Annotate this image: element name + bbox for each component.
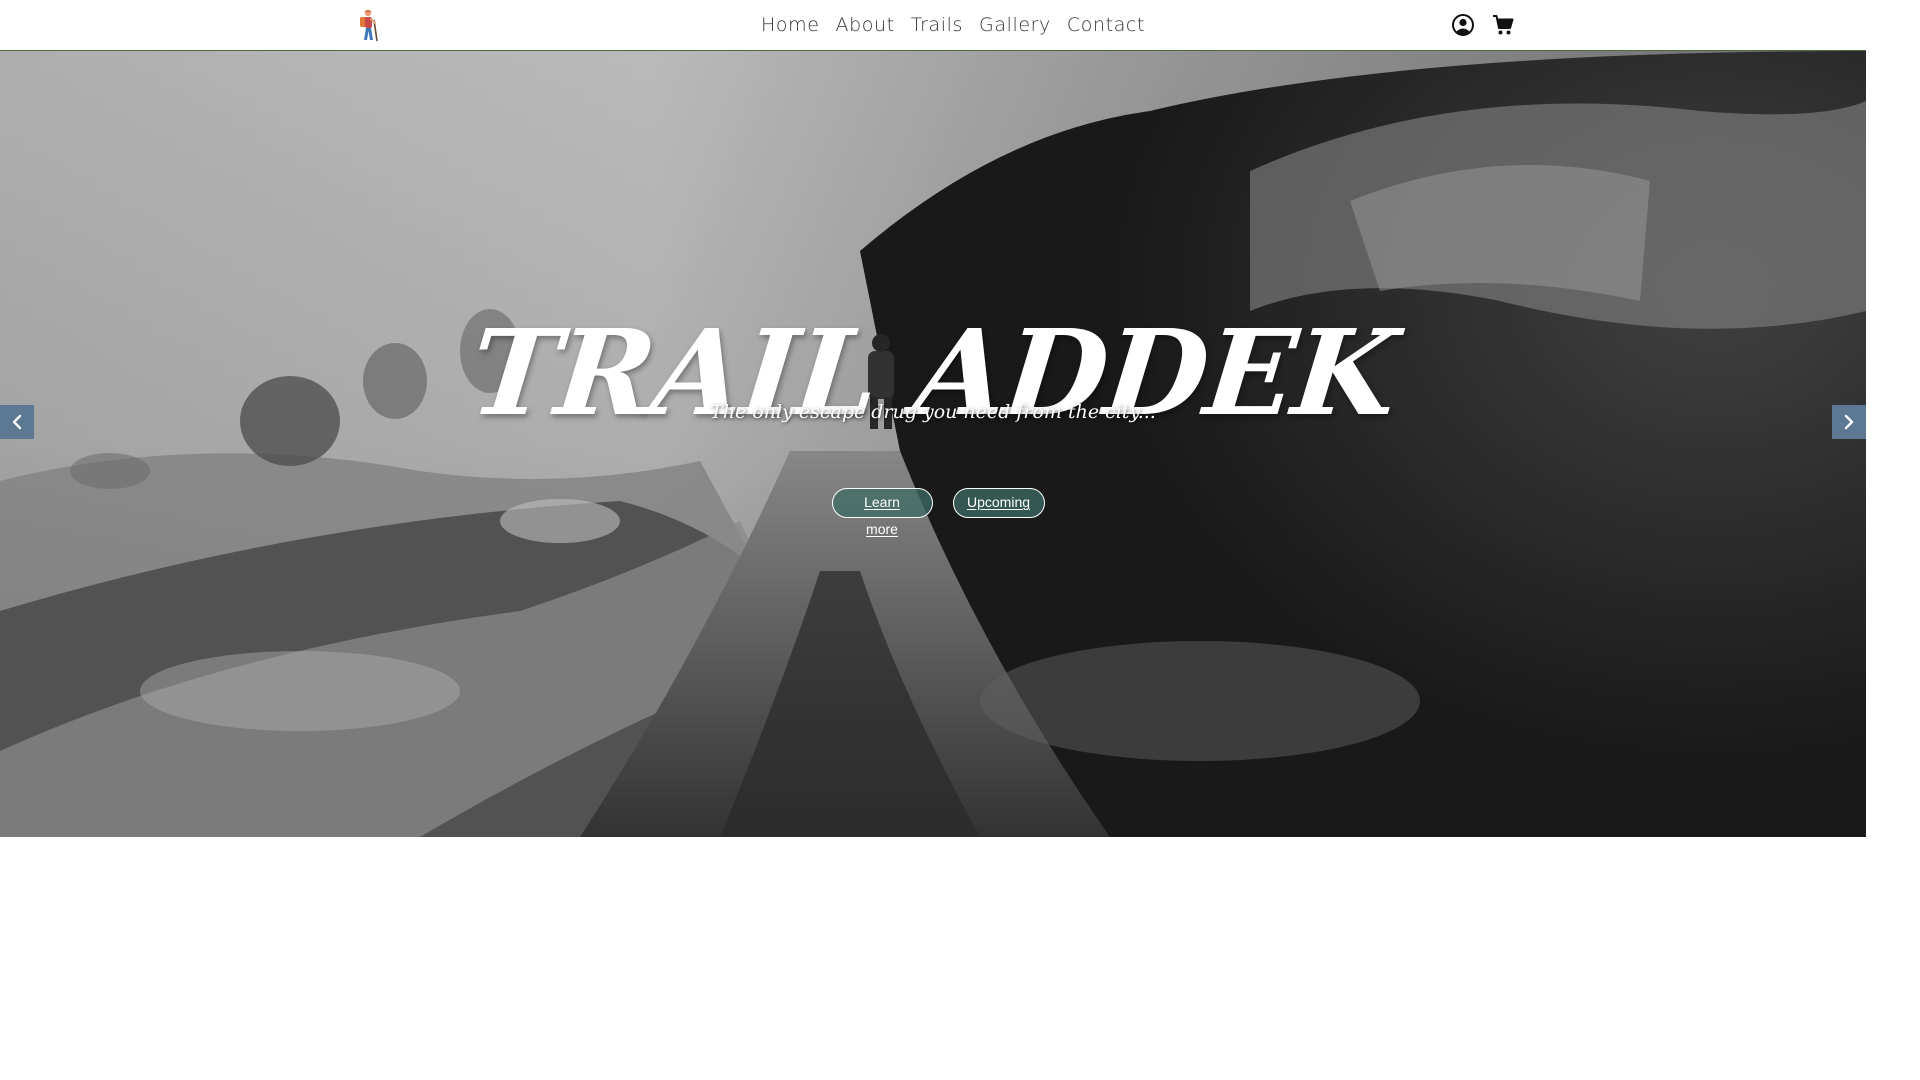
navbar: Home About Trails Gallery Contact bbox=[0, 0, 1920, 51]
shopping-cart-icon[interactable] bbox=[1491, 13, 1515, 37]
nav-icons bbox=[1451, 13, 1515, 37]
carousel-next-button[interactable] bbox=[1832, 405, 1866, 439]
user-circle-icon[interactable] bbox=[1451, 13, 1475, 37]
learn-more-button[interactable]: Learn more bbox=[831, 488, 933, 537]
nav-link-about[interactable]: About bbox=[836, 10, 895, 40]
nav-link-gallery[interactable]: Gallery bbox=[979, 10, 1051, 40]
hero-carousel: TRAIL ADDEK The only escape drug you nee… bbox=[0, 51, 1866, 837]
upcoming-button[interactable]: Upcoming bbox=[952, 488, 1045, 518]
hero-subtitle: The only escape drug you need from the c… bbox=[710, 401, 1156, 423]
chevron-right-icon bbox=[1844, 414, 1854, 430]
main-nav: Home About Trails Gallery Contact bbox=[761, 10, 1145, 40]
hiker-icon[interactable] bbox=[350, 8, 384, 42]
nav-link-home[interactable]: Home bbox=[761, 10, 820, 40]
hero-background-image bbox=[0, 51, 1866, 837]
hero-buttons: Learn more Upcoming bbox=[0, 488, 1866, 537]
carousel-prev-button[interactable] bbox=[0, 405, 34, 439]
nav-link-contact[interactable]: Contact bbox=[1067, 10, 1145, 40]
chevron-left-icon bbox=[12, 414, 22, 430]
nav-link-trails[interactable]: Trails bbox=[911, 10, 963, 40]
